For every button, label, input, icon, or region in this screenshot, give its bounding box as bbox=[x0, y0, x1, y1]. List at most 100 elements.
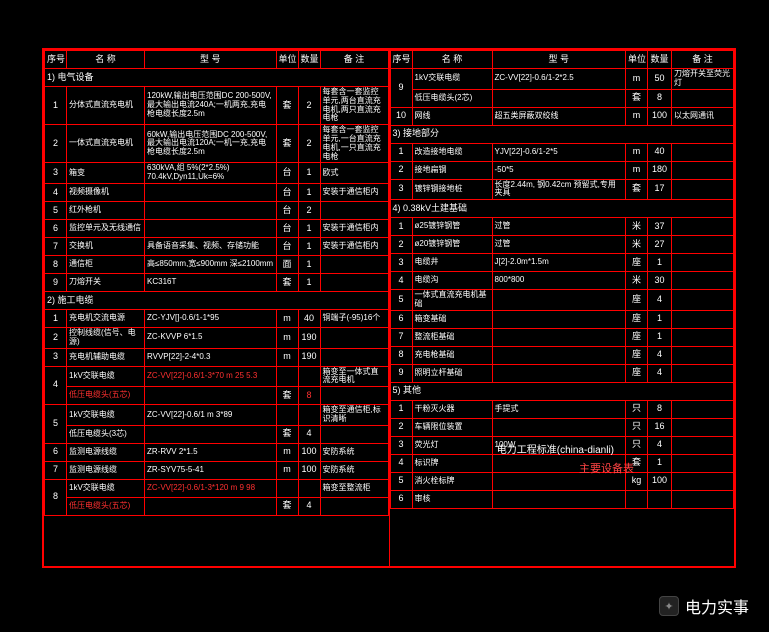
cell-name: 一体式直流充电机基础 bbox=[412, 290, 492, 311]
table-row: 1分体式直流充电机120kW,输出电压范围DC 200-500V,最大输出电流2… bbox=[45, 87, 389, 125]
cell-seq: 3 bbox=[390, 254, 412, 272]
cell-name: 接地扁钢 bbox=[412, 161, 492, 179]
cell-qty: 8 bbox=[648, 400, 672, 418]
watermark: ✦ 电力实事 bbox=[659, 594, 749, 618]
cell-note bbox=[320, 327, 388, 348]
cell-name: 分体式直流充电机 bbox=[67, 87, 145, 125]
cell-name: 网线 bbox=[412, 107, 492, 125]
cell-unit: 台 bbox=[276, 201, 298, 219]
cell-unit: 套 bbox=[276, 387, 298, 405]
cell-seq: 10 bbox=[390, 107, 412, 125]
cell-unit: 只 bbox=[626, 400, 648, 418]
cell-name: 一体式直流充电机 bbox=[67, 125, 145, 163]
cell-note bbox=[672, 143, 734, 161]
cell-note bbox=[672, 179, 734, 200]
cell-qty: 180 bbox=[648, 161, 672, 179]
cell-qty: 1 bbox=[648, 254, 672, 272]
cell-note bbox=[672, 472, 734, 490]
cell-unit: 套 bbox=[276, 497, 298, 515]
cell-note bbox=[672, 454, 734, 472]
cell-note bbox=[672, 490, 734, 508]
cell-qty: 16 bbox=[648, 418, 672, 436]
cell-note: 欧式 bbox=[320, 163, 388, 184]
table-row: 低压电缆头(3芯)套4 bbox=[45, 425, 389, 443]
cell-unit: m bbox=[276, 348, 298, 366]
table-row: 2一体式直流充电机60kW,输出电压范围DC 200-500V,最大输出电流12… bbox=[45, 125, 389, 163]
cell-model: ZC-VV[22]-0.6/1 m 3*89 bbox=[145, 405, 277, 426]
cell-qty: 27 bbox=[648, 236, 672, 254]
cell-seq: 6 bbox=[45, 219, 67, 237]
cell-qty: 190 bbox=[298, 348, 320, 366]
cell-model bbox=[492, 364, 626, 382]
col-model: 型 号 bbox=[145, 51, 277, 69]
cell-unit: 套 bbox=[276, 273, 298, 291]
cell-seq: 3 bbox=[45, 163, 67, 184]
cell-qty: 4 bbox=[648, 290, 672, 311]
cell-model bbox=[492, 89, 626, 107]
cell-model: 过管 bbox=[492, 218, 626, 236]
cell-name: 监测电源线缆 bbox=[67, 461, 145, 479]
cell-model bbox=[145, 387, 277, 405]
cell-qty: 1 bbox=[298, 183, 320, 201]
cell-note bbox=[672, 161, 734, 179]
cell-note bbox=[320, 255, 388, 273]
cell-note: 箱变至整流柜 bbox=[320, 479, 388, 497]
table-row: 6监控单元及无线通信台1安装于通信柜内 bbox=[45, 219, 389, 237]
cell-unit: m bbox=[276, 443, 298, 461]
cell-qty: 4 bbox=[648, 436, 672, 454]
cell-seq: 6 bbox=[45, 443, 67, 461]
cell-note bbox=[672, 346, 734, 364]
cell-note: 箱变至通信柜,标识清晰 bbox=[320, 405, 388, 426]
table-row: 6监测电源线缆ZR-RVV 2*1.5m100安防系统 bbox=[45, 443, 389, 461]
cell-seq: 1 bbox=[390, 143, 412, 161]
table-row: 91kV交联电缆ZC-VV[22]-0.6/1-2*2.5m50刀熔开关至荧光灯 bbox=[390, 69, 734, 90]
table-row: 2ø20镀锌钢管过管米27 bbox=[390, 236, 734, 254]
cell-model: YJV[22]-0.6/1-2*5 bbox=[492, 143, 626, 161]
cell-seq: 8 bbox=[45, 255, 67, 273]
cell-seq: 6 bbox=[390, 310, 412, 328]
cell-note bbox=[320, 201, 388, 219]
col-qty: 数量 bbox=[298, 51, 320, 69]
cell-qty: 8 bbox=[648, 89, 672, 107]
table-row: 3电缆井J[2]-2.0m*1.5m座1 bbox=[390, 254, 734, 272]
cell-model: 具备语音采集、视频、存储功能 bbox=[145, 237, 277, 255]
cell-note bbox=[672, 364, 734, 382]
table-row: 6审核 bbox=[390, 490, 734, 508]
section-4-header: 4) 0.38kV土建基础 bbox=[390, 200, 734, 218]
cell-unit: 台 bbox=[276, 237, 298, 255]
left-column: 序号 名 称 型 号 单位 数量 备 注 1) 电气设备 1分体式直流充电机12… bbox=[44, 50, 390, 566]
cell-seq: 4 bbox=[390, 272, 412, 290]
cell-model bbox=[492, 290, 626, 311]
table-row: 1改造接地电缆YJV[22]-0.6/1-2*5m40 bbox=[390, 143, 734, 161]
cell-unit: 只 bbox=[626, 436, 648, 454]
right-table: 序号 名 称 型 号 单位 数量 备 注 91kV交联电缆ZC-VV[22]-0… bbox=[390, 50, 735, 509]
cell-seq: 4 bbox=[390, 454, 412, 472]
cell-name: 干粉灭火器 bbox=[412, 400, 492, 418]
cell-model: 120kW,输出电压范围DC 200-500V,最大输出电流240A;一机两充,… bbox=[145, 87, 277, 125]
cell-name: 交换机 bbox=[67, 237, 145, 255]
cell-note: 安装于通信柜内 bbox=[320, 219, 388, 237]
cell-qty: 1 bbox=[298, 237, 320, 255]
table-row: 81kV交联电缆ZC-VV[22]-0.6/1-3*120 m 9 98箱变至整… bbox=[45, 479, 389, 497]
cell-name: 充电枪基础 bbox=[412, 346, 492, 364]
cell-name: 荧光灯 bbox=[412, 436, 492, 454]
table-row: 7整流柜基础座1 bbox=[390, 328, 734, 346]
cell-name: 消火栓标牌 bbox=[412, 472, 492, 490]
cell-unit: 台 bbox=[276, 163, 298, 184]
col-note: 备 注 bbox=[672, 51, 734, 69]
cell-unit bbox=[276, 479, 298, 497]
cell-note: 安装于通信柜内 bbox=[320, 183, 388, 201]
cell-seq: 5 bbox=[45, 405, 67, 444]
cell-model bbox=[145, 201, 277, 219]
watermark-text: 电力实事 bbox=[685, 594, 749, 618]
cell-note: 箱变至一体式直流充电机 bbox=[320, 366, 388, 387]
cell-qty: 100 bbox=[298, 443, 320, 461]
cell-qty bbox=[298, 405, 320, 426]
cell-unit bbox=[276, 405, 298, 426]
cell-unit: 套 bbox=[626, 89, 648, 107]
cell-note bbox=[672, 328, 734, 346]
cell-note: 每套含一套监控单元,两台直流充电机,两只直流充电枪 bbox=[320, 87, 388, 125]
cell-unit: 台 bbox=[276, 183, 298, 201]
table-row: 3充电机辅助电缆RVVP[22]-2-4*0.3m190 bbox=[45, 348, 389, 366]
table-row: 5红外枪机台2 bbox=[45, 201, 389, 219]
